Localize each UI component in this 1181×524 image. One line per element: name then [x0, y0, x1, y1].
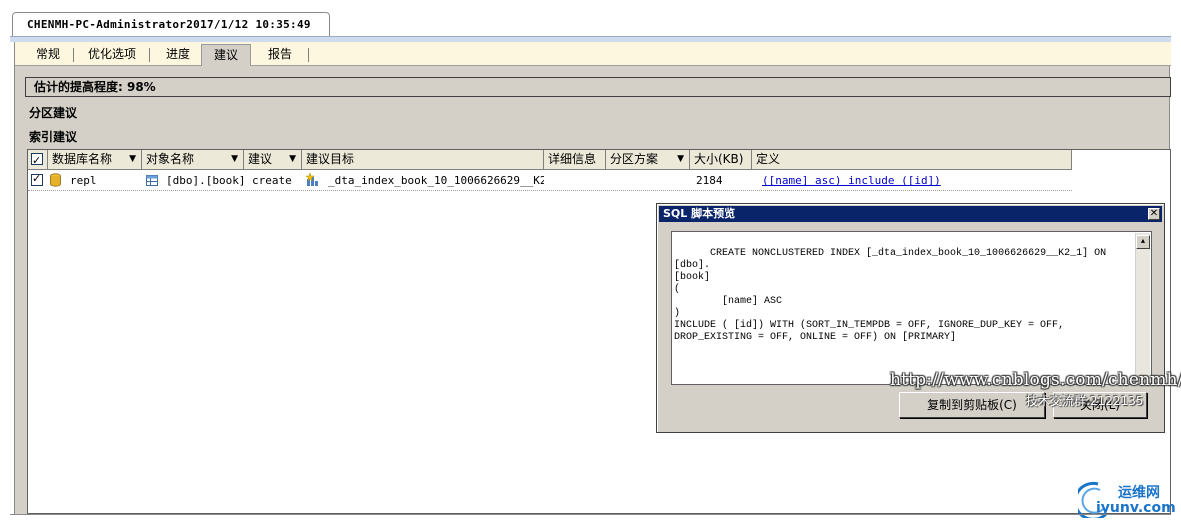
column-label: 详细信息 [548, 152, 597, 166]
table-icon [146, 175, 158, 186]
cell-recommendation: create [252, 174, 292, 187]
watermark-subtitle: 技术交流群:2122135 [1026, 394, 1144, 408]
cell-size: 2184 [696, 174, 723, 187]
partition-recommendations-title: 分区建议 [29, 106, 78, 120]
cell-details [544, 170, 606, 191]
cell-database: repl [70, 174, 97, 187]
database-icon [50, 173, 61, 187]
tab-tuning-options[interactable]: 优化选项 [79, 44, 145, 66]
cell-target: _dta_index_book_10_1006626629__K2_1 [328, 174, 544, 187]
column-details[interactable]: 详细信息 [544, 150, 606, 170]
chevron-down-icon[interactable]: ▼ [677, 150, 684, 169]
column-label: 建议目标 [306, 152, 355, 166]
tab-progress[interactable]: 进度 [155, 44, 201, 66]
copy-to-clipboard-button[interactable]: 复制到剪贴板(C) [899, 392, 1045, 418]
column-object-name[interactable]: 对象名称 ▼ [142, 150, 244, 170]
definition-link[interactable]: ([name] asc) include ([id]) [756, 170, 1072, 191]
cell-partition-scheme [606, 170, 690, 191]
chevron-down-icon[interactable]: ▼ [231, 150, 238, 169]
tab-separator [73, 48, 74, 62]
close-icon[interactable]: ✕ [1148, 208, 1160, 220]
tab-separator [149, 48, 150, 62]
tab-general[interactable]: 常规 [27, 44, 69, 66]
column-database-name[interactable]: 数据库名称 ▼ [48, 150, 142, 170]
chevron-down-icon[interactable]: ▼ [129, 150, 136, 169]
document-tab[interactable]: CHENMH-PC-Administrator2017/1/12 10:35:4… [12, 12, 330, 37]
vertical-scrollbar[interactable]: ▲ [1135, 233, 1150, 383]
screenshot-frame: CHENMH-PC-Administrator2017/1/12 10:35:4… [0, 0, 1181, 524]
scroll-up-arrow-icon[interactable]: ▲ [1136, 235, 1150, 249]
row-checkbox[interactable] [31, 172, 43, 186]
dialog-title-bar[interactable]: SQL 脚本预览 ✕ [659, 206, 1162, 222]
tab-reports[interactable]: 报告 [255, 44, 305, 66]
dialog-title: SQL 脚本预览 [663, 207, 736, 220]
sql-script-text: CREATE NONCLUSTERED INDEX [_dta_index_bo… [674, 248, 1107, 343]
tab-recommendations[interactable]: 建议 [201, 44, 251, 66]
column-recommendation[interactable]: 建议 ▼ [244, 150, 302, 170]
new-index-icon [305, 172, 320, 187]
column-label: 分区方案 [610, 152, 659, 166]
estimated-improvement: 估计的提高程度: 98% [25, 77, 1171, 97]
tab-bar: 常规 优化选项 进度 建议 报告 [15, 42, 1171, 66]
chevron-down-icon[interactable]: ▼ [289, 150, 296, 169]
column-definition[interactable]: 定义 [752, 150, 1072, 170]
index-recommendations-title: 索引建议 [29, 130, 78, 144]
bottom-border [10, 514, 1171, 515]
column-label: 数据库名称 [52, 152, 113, 166]
column-label: 对象名称 [146, 152, 195, 166]
column-target[interactable]: 建议目标 [302, 150, 544, 170]
grid-header: 数据库名称 ▼ 对象名称 ▼ 建议 ▼ 建议目标 详细信息 [28, 150, 1072, 170]
watermark-url: http://www.cnblogs.com/chenmh/ [890, 370, 1181, 390]
select-all-header[interactable] [28, 150, 48, 170]
column-label: 建议 [248, 152, 273, 166]
table-row[interactable]: repl [dbo].[book] create _dta_index_book… [28, 170, 1072, 191]
column-label: 定义 [756, 152, 781, 166]
tab-separator [308, 48, 309, 62]
logo-name: 运维网 [1118, 485, 1160, 501]
column-partition-scheme[interactable]: 分区方案 ▼ [606, 150, 690, 170]
select-all-checkbox[interactable] [31, 151, 43, 169]
column-size[interactable]: 大小(KB) [690, 150, 752, 170]
cell-object: [dbo].[book] [166, 174, 244, 187]
sql-script-textbox[interactable]: CREATE NONCLUSTERED INDEX [_dta_index_bo… [671, 231, 1152, 385]
column-label: 大小(KB) [694, 152, 744, 166]
